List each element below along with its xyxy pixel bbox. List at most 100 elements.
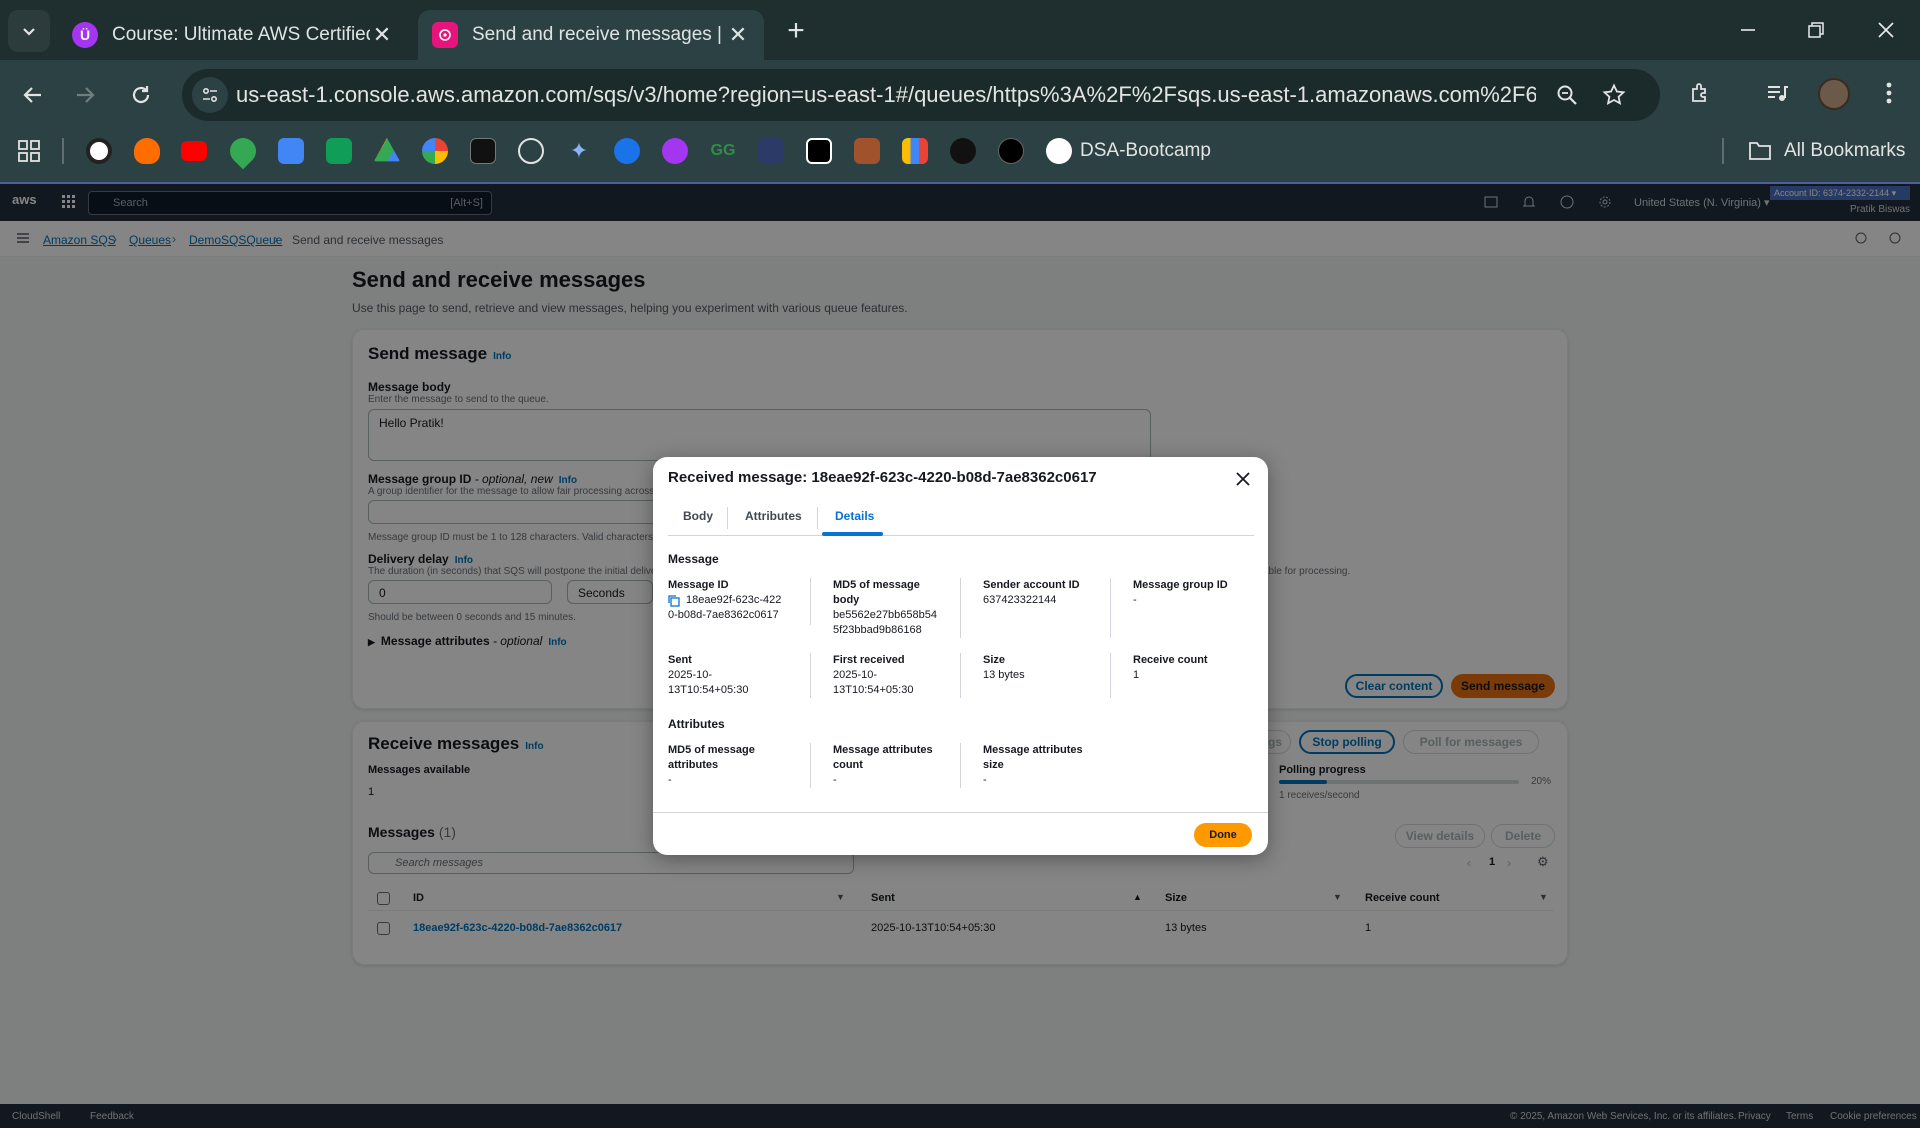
restore-icon[interactable] [1796, 14, 1836, 46]
bookmark-dark-icon[interactable] [758, 138, 784, 164]
modal-footer-divider [653, 812, 1268, 813]
sender-account-label: Sender account ID [983, 579, 1080, 591]
tab-body[interactable]: Body [683, 509, 713, 523]
photos-icon[interactable] [422, 138, 448, 164]
media-controls-icon[interactable] [1762, 78, 1792, 108]
column-divider [1110, 653, 1111, 698]
message-id-value: 18eae92f-623c-422 [668, 593, 781, 608]
attributes-size-label: Message attributes [983, 744, 1083, 756]
bookmark-star-icon[interactable] [1600, 81, 1628, 109]
folder-icon [1749, 142, 1771, 160]
column-divider [1110, 578, 1111, 638]
message-group-id-label: Message group ID [1133, 579, 1228, 591]
copy-icon[interactable] [668, 594, 680, 607]
udemy-icon[interactable] [662, 138, 688, 164]
modal-title: Received message: 18eae92f-623c-4220-b08… [668, 469, 1097, 486]
tab-search-button[interactable] [8, 10, 50, 52]
bookmarks-divider [1722, 138, 1724, 164]
tab-separator [727, 507, 728, 529]
bookmark-perplexity-icon[interactable] [470, 138, 496, 164]
receive-count-label: Receive count [1133, 654, 1208, 666]
bookmark-chart-icon[interactable] [902, 138, 928, 164]
new-tab-button[interactable]: + [778, 14, 814, 50]
received-message-modal: Received message: 18eae92f-623c-4220-b08… [653, 457, 1268, 855]
browser-tab-course[interactable]: Ü Course: Ultimate AWS Certified ✕ [58, 10, 408, 60]
first-received-value-2: 13T10:54+05:30 [833, 684, 914, 696]
sent-value-2: 13T10:54+05:30 [668, 684, 749, 696]
minimize-icon[interactable] [1728, 14, 1768, 46]
bookmarks-divider [62, 138, 64, 164]
profile-avatar[interactable] [1818, 78, 1850, 110]
tab-attributes[interactable]: Attributes [745, 509, 802, 523]
udemy-favicon-icon: Ü [72, 22, 98, 48]
youtube-icon[interactable] [181, 141, 207, 161]
attributes-size-label-2: size [983, 759, 1004, 771]
done-button[interactable]: Done [1194, 823, 1252, 847]
column-divider [810, 578, 811, 625]
bookmark-dsa-bootcamp[interactable]: DSA-Bootcamp [1080, 140, 1211, 162]
forward-icon[interactable] [70, 80, 100, 110]
column-divider [960, 578, 961, 638]
sender-account-value: 637423322144 [983, 594, 1057, 606]
bookmark-cc-icon[interactable] [854, 138, 880, 164]
all-bookmarks-button[interactable]: All Bookmarks [1748, 136, 1905, 166]
md5-attributes-label-2: attributes [668, 759, 719, 771]
back-icon[interactable] [18, 80, 48, 110]
hackerrank-icon[interactable] [806, 138, 832, 164]
gemini-icon[interactable]: ✦ [566, 138, 592, 164]
chevron-down-icon [23, 28, 35, 36]
tab-title: Send and receive messages | Sim [472, 24, 726, 45]
column-divider [960, 743, 961, 788]
address-bar[interactable]: us-east-1.console.aws.amazon.com/sqs/v3/… [182, 69, 1660, 121]
md5-body-value-2: 5f23bbad9b86168 [833, 624, 922, 636]
first-received-value: 2025-10- [833, 669, 878, 681]
md5-body-label: MD5 of message [833, 579, 920, 591]
github-icon[interactable] [1046, 138, 1072, 164]
sheets-icon[interactable] [326, 138, 352, 164]
chatgpt-icon[interactable] [518, 138, 544, 164]
site-info-icon[interactable] [192, 77, 228, 113]
column-divider [810, 743, 811, 788]
attributes-count-value: - [833, 774, 837, 786]
section-attributes: Attributes [668, 717, 725, 731]
url-text[interactable]: us-east-1.console.aws.amazon.com/sqs/v3/… [236, 82, 1536, 108]
bookmark-fire-icon[interactable] [134, 138, 160, 164]
message-id-line1: 18eae92f-623c-422 [686, 594, 782, 606]
md5-attributes-label: MD5 of message [668, 744, 755, 756]
browser-tab-strip: Ü Course: Ultimate AWS Certified ✕ Send … [0, 0, 1920, 60]
bookmark-p-icon[interactable] [86, 138, 112, 164]
sent-label: Sent [668, 654, 692, 666]
size-label: Size [983, 654, 1006, 666]
size-value: 13 bytes [983, 669, 1025, 681]
geeksforgeeks-icon[interactable]: GG [710, 138, 736, 164]
tab-underline-track [668, 535, 1254, 536]
receive-count-value: 1 [1133, 669, 1140, 681]
close-tab-icon[interactable]: ✕ [370, 23, 394, 47]
sent-value: 2025-10- [668, 669, 713, 681]
docs-icon[interactable] [278, 138, 304, 164]
browser-tab-sqs[interactable]: Send and receive messages | Sim ✕ [418, 10, 764, 60]
md5-body-value: be5562e27bb658b54 [833, 609, 938, 621]
close-window-icon[interactable] [1866, 14, 1906, 46]
leetcode-icon[interactable] [950, 138, 976, 164]
tab-details[interactable]: Details [835, 509, 874, 523]
first-received-label: First received [833, 654, 905, 666]
all-bookmarks-label: All Bookmarks [1784, 140, 1906, 161]
zoom-icon[interactable] [1554, 82, 1580, 108]
column-divider [960, 653, 961, 698]
browser-toolbar: us-east-1.console.aws.amazon.com/sqs/v3/… [0, 60, 1920, 130]
extensions-icon[interactable] [1686, 78, 1716, 108]
attributes-count-label-2: count [833, 759, 863, 771]
attributes-count-label: Message attributes [833, 744, 933, 756]
tuf-icon[interactable] [998, 138, 1024, 164]
md5-attributes-value: - [668, 774, 672, 786]
reload-icon[interactable] [126, 80, 156, 110]
bookmark-c-icon[interactable] [614, 138, 640, 164]
attributes-size-value: - [983, 774, 987, 786]
message-id-label: Message ID [668, 579, 729, 591]
apps-grid-icon[interactable] [16, 138, 42, 164]
tab-title: Course: Ultimate AWS Certified [112, 24, 370, 45]
close-icon[interactable] [1233, 469, 1253, 489]
more-menu-icon[interactable] [1874, 78, 1904, 108]
close-tab-icon[interactable]: ✕ [726, 23, 750, 47]
